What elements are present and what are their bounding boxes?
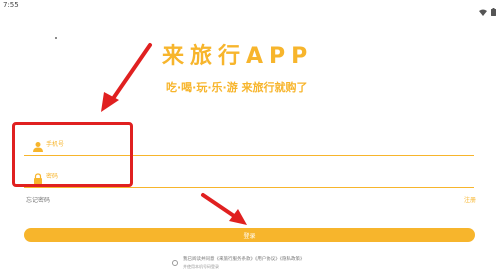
status-icons: [479, 1, 496, 20]
agreement-subtext: 并使用本机号码登录: [183, 264, 219, 269]
status-time: 7:55: [3, 1, 19, 9]
slogan: 吃·喝·玩·乐·游 来旅行就购了: [166, 81, 308, 94]
annotation-highlight-box: [12, 122, 133, 187]
status-bar: 7:55: [0, 0, 500, 16]
agreement-text[interactable]: 我已阅读并同意《来旅行服务条款》《用户协议》《隐私政策》: [183, 257, 305, 263]
battery-icon: [491, 1, 496, 20]
agreement-row: 我已阅读并同意《来旅行服务条款》《用户协议》《隐私政策》 并使用本机号码登录: [172, 257, 362, 273]
password-underline: [24, 187, 474, 188]
decorative-dot: [55, 37, 57, 39]
register-link[interactable]: 注册: [464, 195, 476, 204]
wifi-icon: [479, 1, 487, 20]
forgot-password-link[interactable]: 忘记密码: [26, 195, 50, 204]
agree-radio[interactable]: [172, 260, 178, 266]
annotation-arrow-upper: [101, 43, 152, 112]
app-title: 来旅行APP: [162, 44, 314, 69]
login-button[interactable]: 登录: [24, 228, 475, 242]
annotation-arrow-lower: [201, 193, 247, 225]
